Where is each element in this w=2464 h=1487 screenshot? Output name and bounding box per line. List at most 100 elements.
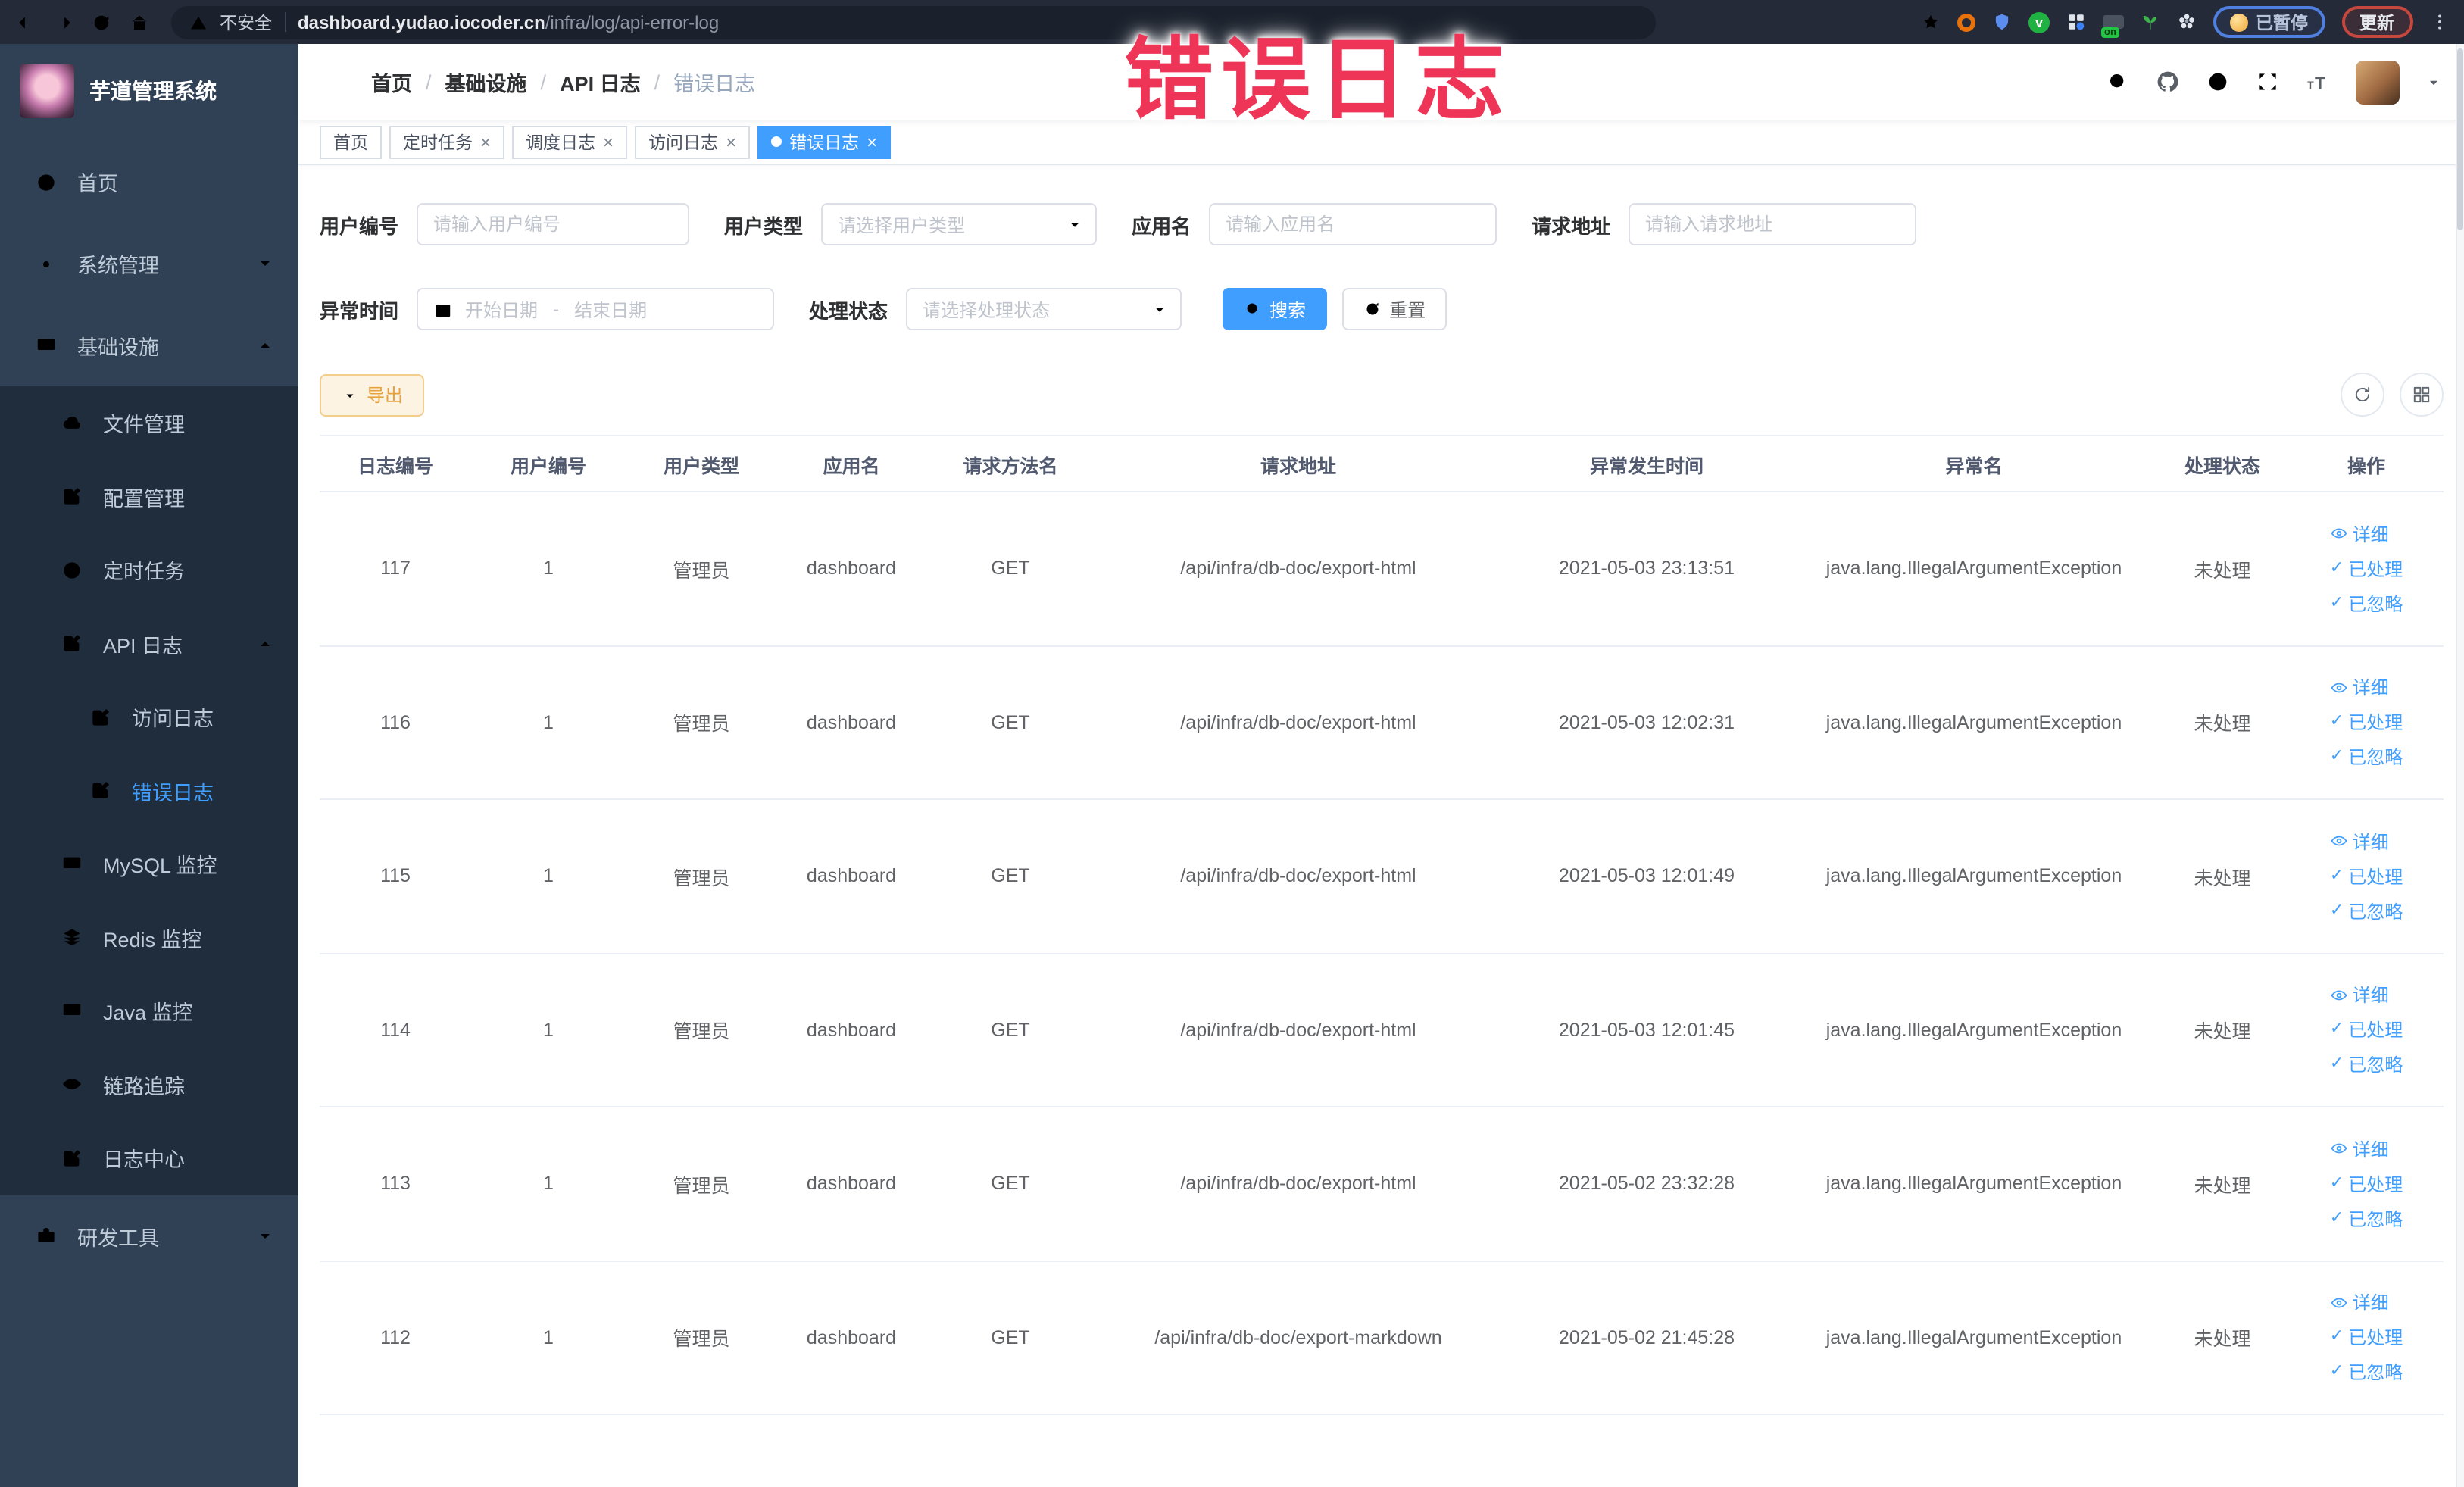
paused-extension-badge[interactable]: 已暂停 xyxy=(2213,6,2325,38)
date-range-picker[interactable]: 开始日期 - 结束日期 xyxy=(417,288,775,330)
sidebar-item-infrastructure[interactable]: 基础设施 xyxy=(0,305,298,386)
sidebar-item-mysql-monitor[interactable]: MySQL 监控 xyxy=(0,827,298,901)
cell-log-id: 117 xyxy=(320,492,471,646)
mark-ignored-link[interactable]: ✓ 已忽略 xyxy=(2330,1052,2403,1078)
browser-reload-icon[interactable] xyxy=(91,11,112,33)
cell-status: 未处理 xyxy=(2156,953,2289,1107)
reset-button[interactable]: 重置 xyxy=(1342,288,1447,330)
detail-link[interactable]: 详细 xyxy=(2330,982,2389,1008)
tab-error-log[interactable]: 错误日志 × xyxy=(757,125,892,158)
sidebar-item-api-log[interactable]: API 日志 xyxy=(0,607,298,680)
breadcrumb-home[interactable]: 首页 xyxy=(371,67,412,97)
extension-flower-icon[interactable] xyxy=(2177,12,2197,32)
url-text: dashboard.yudao.iocoder.cn/infra/log/api… xyxy=(298,11,720,33)
fullscreen-icon[interactable] xyxy=(2255,70,2279,94)
breadcrumb-infrastructure[interactable]: 基础设施 xyxy=(445,67,527,97)
close-icon[interactable]: × xyxy=(726,133,736,151)
browser-update-button[interactable]: 更新 xyxy=(2341,6,2412,38)
user-id-input[interactable] xyxy=(417,203,690,245)
extension-grid-icon[interactable] xyxy=(2066,12,2086,32)
detail-link[interactable]: 详细 xyxy=(2330,829,2389,854)
user-avatar[interactable] xyxy=(2355,60,2399,104)
extension-green-v-icon[interactable]: v xyxy=(2028,11,2050,33)
cell-exception-name: java.lang.IllegalArgumentException xyxy=(1792,953,2156,1107)
tab-home[interactable]: 首页 xyxy=(320,125,382,158)
browser-menu-kebab-icon[interactable] xyxy=(2429,12,2449,32)
detail-link[interactable]: 详细 xyxy=(2330,521,2389,547)
tab-scheduled-tasks[interactable]: 定时任务 × xyxy=(389,125,505,158)
error-log-annotation: 错误日志 xyxy=(1124,27,1513,132)
sidebar-item-redis-monitor[interactable]: Redis 监控 xyxy=(0,901,298,974)
request-url-label: 请求地址 xyxy=(1532,214,1611,237)
mark-processed-link[interactable]: ✓ 已处理 xyxy=(2330,1171,2403,1197)
eye-icon xyxy=(2330,1294,2348,1312)
start-date-placeholder: 开始日期 xyxy=(465,299,539,320)
mark-processed-link[interactable]: ✓ 已处理 xyxy=(2330,556,2403,582)
browser-home-icon[interactable] xyxy=(129,11,150,33)
request-url-input[interactable] xyxy=(1629,203,1917,245)
sidebar-logo-row[interactable]: 芋道管理系统 xyxy=(0,44,298,135)
sidebar-item-access-log[interactable]: 访问日志 xyxy=(0,680,298,754)
export-button[interactable]: 导出 xyxy=(320,373,425,416)
page-content: 用户编号 用户类型 请选择用户类型 应用名 xyxy=(298,165,2464,1487)
mark-processed-link[interactable]: ✓ 已处理 xyxy=(2330,864,2403,889)
breadcrumb-error-log: 错误日志 xyxy=(673,73,756,95)
user-type-select[interactable]: 请选择用户类型 xyxy=(821,203,1098,245)
search-icon[interactable] xyxy=(2105,70,2129,94)
detail-link[interactable]: 详细 xyxy=(2330,1136,2389,1162)
close-icon[interactable]: × xyxy=(867,133,877,151)
process-status-select[interactable]: 请选择处理状态 xyxy=(906,288,1182,330)
eye-icon xyxy=(2330,1140,2348,1158)
sidebar-item-trace[interactable]: 链路追踪 xyxy=(0,1048,298,1121)
caret-down-icon[interactable] xyxy=(2425,73,2441,90)
cell-app-name: dashboard xyxy=(777,799,926,954)
app-name-input[interactable] xyxy=(1209,203,1497,245)
sidebar-item-file-management[interactable]: 文件管理 xyxy=(0,386,298,460)
sidebar-item-error-log[interactable]: 错误日志 xyxy=(0,754,298,827)
search-button[interactable]: 搜索 xyxy=(1223,288,1328,330)
cell-request-url: /api/infra/db-doc/export-html xyxy=(1095,953,1501,1107)
cell-user-id: 1 xyxy=(471,645,626,800)
mark-ignored-link[interactable]: ✓ 已忽略 xyxy=(2330,898,2403,924)
bookmark-star-icon[interactable] xyxy=(1921,12,1941,32)
mark-ignored-link[interactable]: ✓ 已忽略 xyxy=(2330,745,2403,770)
column-settings-button[interactable] xyxy=(2399,373,2443,417)
mark-processed-link[interactable]: ✓ 已处理 xyxy=(2330,1325,2403,1351)
browser-back-icon[interactable] xyxy=(15,11,36,33)
page-scrollbar[interactable] xyxy=(2455,44,2464,1487)
sidebar-item-dev-tools[interactable]: 研发工具 xyxy=(0,1195,298,1276)
extension-on-toggle-icon[interactable]: on xyxy=(2101,15,2124,38)
extension-shield-icon[interactable] xyxy=(1992,12,2012,32)
sidebar-item-home[interactable]: 首页 xyxy=(0,141,298,223)
help-icon[interactable] xyxy=(2205,70,2229,94)
extension-sprout-icon[interactable] xyxy=(2141,12,2160,32)
refresh-table-button[interactable] xyxy=(2340,373,2384,417)
detail-link[interactable]: 详细 xyxy=(2330,675,2389,701)
sidebar-item-config-management[interactable]: 配置管理 xyxy=(0,460,298,533)
mark-ignored-link[interactable]: ✓ 已忽略 xyxy=(2330,1360,2403,1385)
github-icon[interactable] xyxy=(2155,70,2179,94)
font-size-icon[interactable] xyxy=(2305,70,2329,94)
mark-processed-link[interactable]: ✓ 已处理 xyxy=(2330,1017,2403,1043)
sidebar-item-system-management[interactable]: 系统管理 xyxy=(0,223,298,305)
mark-processed-link[interactable]: ✓ 已处理 xyxy=(2330,710,2403,736)
tab-schedule-log[interactable]: 调度日志 × xyxy=(512,125,628,158)
sidebar-item-log-center[interactable]: 日志中心 xyxy=(0,1121,298,1195)
browser-forward-icon[interactable] xyxy=(53,11,74,33)
close-icon[interactable]: × xyxy=(603,133,614,151)
tab-access-log[interactable]: 访问日志 × xyxy=(635,125,751,158)
check-icon: ✓ xyxy=(2329,1327,2344,1346)
scrollbar-thumb[interactable] xyxy=(2457,48,2463,230)
end-date-placeholder: 结束日期 xyxy=(574,299,648,320)
close-icon[interactable]: × xyxy=(480,133,491,151)
detail-link[interactable]: 详细 xyxy=(2330,1290,2389,1316)
breadcrumb-api-log[interactable]: API 日志 xyxy=(560,67,641,97)
extension-orange-ring-icon[interactable] xyxy=(1957,13,1975,31)
cell-request-url: /api/infra/db-doc/export-html xyxy=(1095,1107,1501,1261)
sidebar-item-scheduled-tasks[interactable]: 定时任务 xyxy=(0,533,298,607)
mark-ignored-link[interactable]: ✓ 已忽略 xyxy=(2330,1206,2403,1232)
sidebar-item-java-monitor[interactable]: Java 监控 xyxy=(0,974,298,1048)
mark-ignored-link[interactable]: ✓ 已忽略 xyxy=(2330,591,2403,617)
hamburger-icon[interactable] xyxy=(321,69,347,95)
check-icon: ✓ xyxy=(2329,901,2344,920)
